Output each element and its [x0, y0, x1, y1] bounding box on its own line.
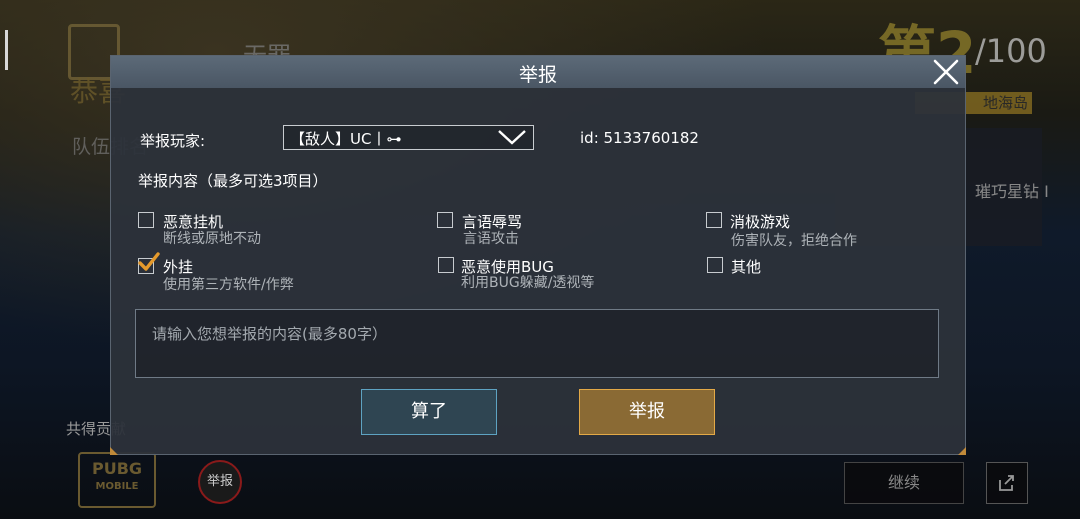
bg-continue-button[interactable]: 继续 [844, 462, 964, 504]
option-verbal-abuse-checkbox[interactable] [437, 212, 453, 228]
option-afk-desc: 断线或原地不动 [163, 231, 261, 247]
player-select-value: 【敌人】UC丨⊶ [290, 130, 402, 148]
option-other-label: 其他 [731, 258, 762, 276]
share-button[interactable] [986, 462, 1028, 504]
submit-report-button[interactable]: 举报 [579, 389, 715, 435]
option-cheat-desc: 使用第三方软件/作弊 [163, 277, 294, 293]
option-cheat-checkbox[interactable] [138, 252, 160, 274]
option-passive-play-label: 消极游戏 [730, 213, 791, 231]
player-id: id: 5133760182 [580, 129, 699, 147]
dialog-corner-decoration [110, 447, 118, 455]
chevron-down-icon [498, 130, 526, 145]
option-bug-abuse-checkbox[interactable] [438, 257, 454, 273]
option-afk-checkbox[interactable] [138, 212, 154, 228]
option-verbal-abuse-desc: 言语攻击 [463, 231, 519, 247]
dialog-title: 举报 [518, 64, 557, 86]
close-icon [933, 59, 959, 85]
share-icon [999, 475, 1014, 491]
report-detail-textarea[interactable]: 请输入您想举报的内容(最多80字） [135, 309, 939, 378]
option-bug-abuse-desc: 利用BUG躲藏/透视等 [461, 275, 595, 291]
left-edge-bar [5, 30, 8, 70]
cancel-button[interactable]: 算了 [361, 389, 497, 435]
checkmark-icon [138, 252, 160, 271]
player-select-dropdown[interactable]: 【敌人】UC丨⊶ [283, 125, 534, 150]
dialog-corner-decoration [958, 447, 966, 455]
report-dialog: 举报 [110, 55, 966, 455]
report-detail-placeholder: 请输入您想举报的内容(最多80字） [152, 325, 387, 343]
pubg-logo-sub: MOBILE [95, 481, 139, 492]
option-passive-play-desc: 伤害队友，拒绝合作 [731, 233, 857, 249]
close-button[interactable] [930, 56, 962, 88]
pubg-logo-text: PUBG [91, 459, 143, 478]
bg-tier-name: 璀巧星钻 I [975, 182, 1049, 201]
bg-rank-total: /100 [975, 32, 1047, 70]
dialog-header: 举报 [111, 56, 965, 88]
report-content-label: 举报内容（最多可选3项目） [138, 172, 328, 190]
report-player-label: 举报玩家: [140, 132, 206, 150]
bg-report-button[interactable]: 举报 [198, 460, 242, 504]
option-passive-play-checkbox[interactable] [706, 212, 722, 228]
pubg-mobile-logo: PUBG MOBILE [78, 452, 156, 508]
option-other-checkbox[interactable] [707, 257, 723, 273]
